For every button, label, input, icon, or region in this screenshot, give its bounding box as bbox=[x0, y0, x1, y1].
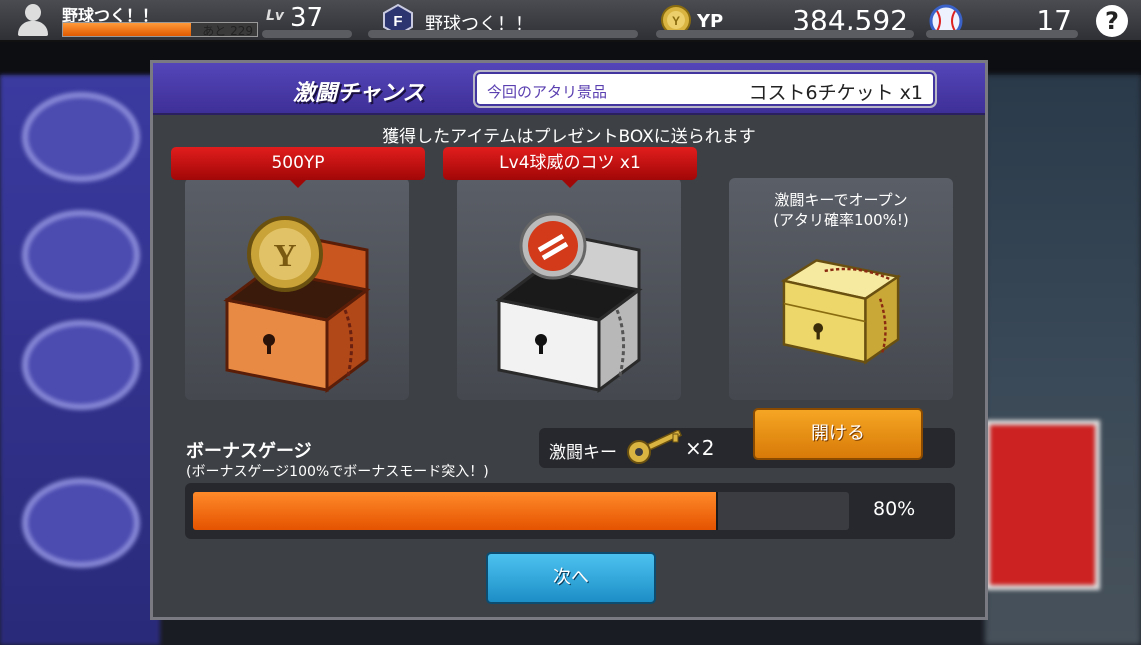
background-menu-button bbox=[22, 210, 140, 300]
reward-card-skill bbox=[457, 178, 681, 400]
yp-label: YP bbox=[697, 11, 724, 32]
locked-card-note: 激闘キーでオープン (アタリ確率100%!) bbox=[729, 190, 953, 230]
prize-box: 今回のアタリ景品 コスト6チケット x1 bbox=[473, 70, 937, 108]
ball-underline bbox=[926, 30, 1078, 38]
background-menu-button bbox=[22, 92, 140, 182]
orange-chest-icon: Y bbox=[223, 216, 371, 393]
svg-text:Y: Y bbox=[672, 14, 680, 28]
status-bar: 野球つく！！ あと 229 Lv 37 F 野球つく！！ Y YP 384,59… bbox=[0, 0, 1141, 42]
bonus-gauge-note: (ボーナスゲージ100%でボーナスモード突入！) bbox=[186, 464, 489, 480]
gekito-chance-dialog: 激闘チャンス 今回のアタリ景品 コスト6チケット x1 獲得したアイテムはプレゼ… bbox=[150, 60, 988, 620]
team-underline bbox=[368, 30, 638, 38]
level-label: Lv bbox=[266, 8, 285, 24]
dialog-subtitle: 獲得したアイテムはプレゼントBOXに送られます bbox=[382, 127, 756, 147]
bonus-gauge-fill bbox=[193, 492, 718, 530]
reward-card-yp: Y bbox=[185, 178, 409, 400]
reward-banner-skill: Lv4球威のコツ x1 bbox=[443, 147, 697, 188]
locked-card-note-line2: (アタリ確率100%!) bbox=[773, 211, 909, 229]
exp-remaining: あと 229 bbox=[202, 24, 253, 38]
level-value: 37 bbox=[290, 3, 324, 33]
avatar-icon[interactable] bbox=[16, 2, 50, 36]
gold-chest-icon bbox=[780, 259, 902, 365]
reward-card-locked: 激闘キーでオープン (アタリ確率100%!) bbox=[729, 178, 953, 400]
bonus-gauge-title: ボーナスゲージ bbox=[186, 441, 312, 462]
svg-text:Y: Y bbox=[273, 237, 296, 273]
help-button[interactable]: ? bbox=[1096, 5, 1128, 37]
dialog-header: 激闘チャンス 今回のアタリ景品 コスト6チケット x1 bbox=[153, 63, 985, 115]
level-underline bbox=[262, 30, 352, 38]
bonus-gauge-track bbox=[193, 492, 849, 530]
reward-banner-yp: 500YP bbox=[171, 147, 425, 188]
background-menu-button bbox=[22, 320, 140, 410]
silver-chest-icon bbox=[495, 212, 643, 393]
prize-label: 今回のアタリ景品 bbox=[487, 83, 608, 101]
next-button[interactable]: 次へ bbox=[486, 552, 656, 604]
bonus-gauge-percent: 80% bbox=[873, 498, 916, 520]
yp-underline bbox=[656, 30, 914, 38]
dialog-title: 激闘チャンス bbox=[293, 81, 425, 106]
key-label: 激闘キー bbox=[549, 443, 617, 463]
background-back-button bbox=[22, 478, 140, 568]
open-chest-button[interactable]: 開ける bbox=[753, 408, 923, 460]
key-icon bbox=[627, 430, 683, 464]
background-card bbox=[985, 420, 1100, 590]
exp-bar-fill bbox=[63, 23, 192, 36]
svg-text:F: F bbox=[393, 13, 402, 30]
prize-value: コスト6チケット x1 bbox=[748, 82, 923, 104]
key-count: ×2 bbox=[685, 436, 715, 460]
exp-bar: あと 229 bbox=[62, 22, 258, 38]
bonus-gauge: 80% bbox=[185, 483, 955, 539]
locked-card-note-line1: 激闘キーでオープン bbox=[774, 191, 908, 209]
